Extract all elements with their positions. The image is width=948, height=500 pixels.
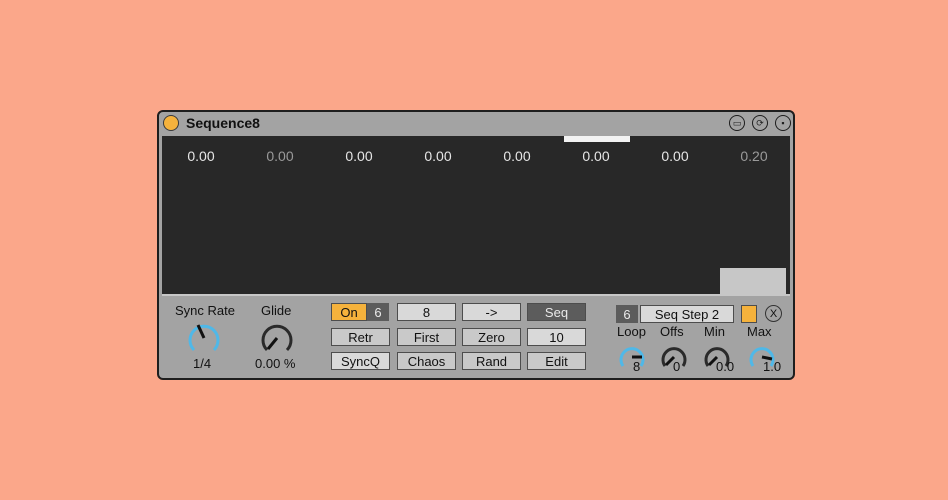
step-value-1: 0.00 (187, 148, 215, 164)
target-number-box[interactable]: 6 (616, 305, 638, 323)
step-value-3: 0.00 (345, 148, 373, 164)
max-value: 1.0 (763, 359, 782, 374)
step-value-4: 0.00 (424, 148, 452, 164)
on-button[interactable]: On (331, 303, 367, 321)
loop-knob[interactable] (617, 342, 647, 372)
first-button[interactable]: First (397, 328, 456, 346)
save-preset-icon[interactable]: ▪ (775, 115, 791, 131)
zero-button[interactable]: Zero (462, 328, 521, 346)
edit-button[interactable]: Edit (527, 352, 586, 370)
map-toggle[interactable] (741, 305, 757, 323)
loop-value: 8 (633, 359, 641, 374)
retr-button[interactable]: Retr (331, 328, 390, 346)
step-value-5: 0.00 (503, 148, 531, 164)
glide-knob[interactable] (259, 320, 295, 356)
offs-value: 0 (673, 359, 681, 374)
step-value-7: 0.00 (661, 148, 689, 164)
glide-value: 0.00 % (255, 356, 296, 371)
device-map-icon[interactable]: ▭ (729, 115, 745, 131)
on-value-box[interactable]: 6 (367, 303, 389, 321)
sequencer-display[interactable]: 0.00 0.00 0.00 0.00 0.00 0.00 0.00 0.20 (162, 136, 790, 296)
chaos-button[interactable]: Chaos (397, 352, 456, 370)
power-icon[interactable] (163, 115, 179, 131)
sequence8-device: Sequence8 ▭ ⟳ ▪ 0.00 0.00 0.00 0.00 0.00… (157, 110, 795, 380)
loop-label: Loop (617, 324, 646, 339)
sync-rate-label: Sync Rate (175, 303, 235, 318)
glide-label: Glide (261, 303, 292, 318)
offs-label: Offs (660, 324, 684, 339)
sync-rate-value: 1/4 (193, 356, 212, 371)
sync-rate-knob[interactable] (186, 320, 222, 356)
min-label: Min (704, 324, 725, 339)
value-10-box[interactable]: 10 (527, 328, 586, 346)
step-value-6: 0.00 (582, 148, 610, 164)
step-value-8: 0.20 (740, 148, 768, 164)
step-bar-8[interactable] (720, 268, 786, 296)
target-parameter-select[interactable]: Seq Step 2 (640, 305, 734, 323)
close-icon[interactable]: X (765, 305, 782, 322)
playhead-marker (564, 136, 630, 142)
direction-button[interactable]: -> (462, 303, 521, 321)
device-title: Sequence8 (186, 115, 260, 131)
step-value-2: 0.00 (266, 148, 294, 164)
hot-swap-icon[interactable]: ⟳ (752, 115, 768, 131)
min-value: 0.0 (716, 359, 735, 374)
seq-button[interactable]: Seq (527, 303, 586, 321)
steps-count-box[interactable]: 8 (397, 303, 456, 321)
syncq-button[interactable]: SyncQ (331, 352, 390, 370)
device-titlebar: Sequence8 ▭ ⟳ ▪ (159, 112, 793, 136)
step-baseline (162, 294, 790, 296)
max-label: Max (747, 324, 772, 339)
rand-button[interactable]: Rand (462, 352, 521, 370)
